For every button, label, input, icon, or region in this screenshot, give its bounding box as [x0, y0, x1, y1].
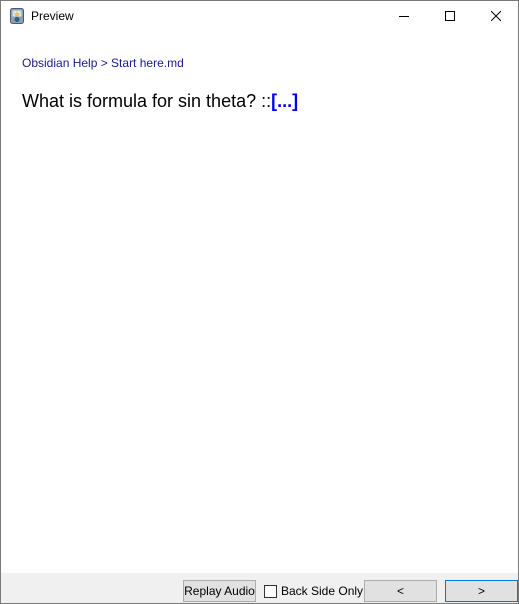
close-button[interactable] — [473, 1, 518, 31]
back-side-only-checkbox[interactable] — [264, 584, 277, 598]
maximize-icon — [445, 11, 455, 21]
window-title: Preview — [31, 9, 74, 23]
next-label: > — [477, 584, 485, 598]
next-button[interactable]: > — [445, 580, 518, 602]
card-question: What is formula for sin theta? ::[...] — [22, 91, 298, 111]
breadcrumb: Obsidian Help > Start here.md — [22, 56, 184, 70]
previous-button[interactable]: < — [364, 580, 437, 602]
app-icon — [10, 8, 24, 24]
preview-window: Preview Obsidian Help > Start here.md Wh… — [0, 0, 519, 604]
card-preview-area: Obsidian Help > Start here.md What is fo… — [1, 31, 518, 573]
back-side-only-label: Back Side Only — [281, 584, 364, 598]
minimize-button[interactable] — [381, 1, 427, 31]
back-side-only-toggle[interactable]: Back Side Only — [264, 583, 363, 599]
bottom-toolbar: Replay Audio Back Side Only < > — [1, 573, 518, 603]
cloze-placeholder: [...] — [271, 91, 299, 111]
title-bar[interactable]: Preview — [1, 1, 518, 31]
close-icon — [491, 11, 501, 21]
question-text: What is formula for sin theta? :: — [22, 91, 272, 111]
replay-audio-button[interactable]: Replay Audio — [183, 580, 256, 602]
minimize-icon — [399, 11, 409, 21]
maximize-button[interactable] — [427, 1, 473, 31]
